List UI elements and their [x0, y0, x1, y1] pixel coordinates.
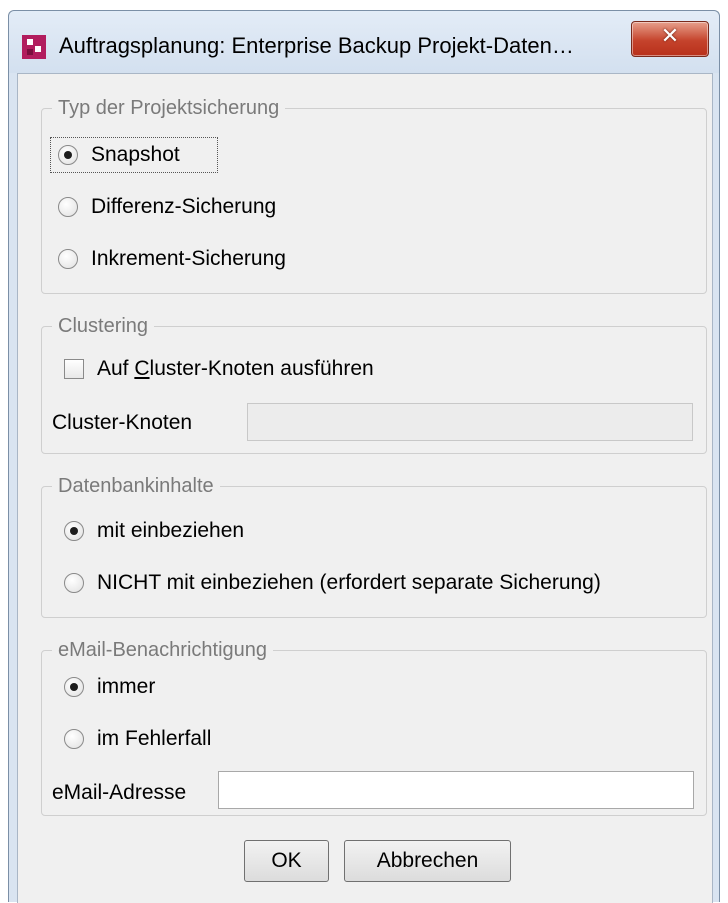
radio-snapshot-label: Snapshot [91, 143, 180, 166]
radio-email-always[interactable]: immer [64, 673, 264, 703]
clustering-legend: Clustering [52, 315, 155, 338]
backup-type-legend: Typ der Projektsicherung [52, 97, 286, 120]
radio-snapshot[interactable]: Snapshot [58, 141, 258, 171]
radio-inkrement-label: Inkrement-Sicherung [91, 247, 286, 270]
radio-email-always-label: immer [97, 675, 156, 698]
dialog-window: Auftragsplanung: Enterprise Backup Proje… [8, 10, 720, 903]
cluster-node-label: Cluster-Knoten [52, 411, 193, 434]
email-group: eMail-Benachrichtigung immer im Fehlerfa… [41, 639, 707, 816]
radio-email-on-error-label: im Fehlerfall [97, 727, 212, 750]
radio-inkrement[interactable]: Inkrement-Sicherung [58, 245, 378, 275]
email-address-input[interactable] [218, 771, 694, 809]
radio-differenz[interactable]: Differenz-Sicherung [58, 193, 378, 223]
database-legend: Datenbankinhalte [52, 475, 220, 498]
window-title: Auftragsplanung: Enterprise Backup Proje… [59, 33, 574, 58]
radio-button-selected[interactable] [64, 677, 84, 697]
radio-button[interactable] [64, 573, 84, 593]
cluster-node-input[interactable] [247, 403, 693, 441]
ok-button[interactable]: OK [244, 840, 329, 882]
radio-db-exclude[interactable]: NICHT mit einbeziehen (erfordert separat… [64, 569, 704, 599]
close-icon: ✕ [660, 24, 680, 49]
clustering-group: Clustering Auf Cluster-Knoten ausführen … [41, 315, 707, 454]
cluster-checkbox-label: Auf Cluster-Knoten ausführen [97, 357, 374, 380]
radio-email-on-error[interactable]: im Fehlerfall [64, 725, 324, 755]
radio-button[interactable] [58, 249, 78, 269]
title-bar[interactable]: Auftragsplanung: Enterprise Backup Proje… [9, 11, 719, 73]
radio-db-include-label: mit einbeziehen [97, 519, 245, 542]
radio-button-selected[interactable] [58, 145, 78, 165]
radio-button-selected[interactable] [64, 521, 84, 541]
radio-db-include[interactable]: mit einbeziehen [64, 517, 364, 547]
cluster-checkbox[interactable] [64, 359, 84, 379]
radio-differenz-label: Differenz-Sicherung [91, 195, 277, 218]
email-address-label: eMail-Adresse [52, 781, 187, 804]
email-legend: eMail-Benachrichtigung [52, 639, 274, 662]
radio-button[interactable] [58, 197, 78, 217]
dialog-content: Typ der Projektsicherung Snapshot Differ… [17, 73, 713, 903]
close-button[interactable]: ✕ [631, 21, 709, 57]
radio-db-exclude-label: NICHT mit einbeziehen (erfordert separat… [97, 571, 601, 594]
database-group: Datenbankinhalte mit einbeziehen NICHT m… [41, 475, 707, 618]
backup-type-group: Typ der Projektsicherung Snapshot Differ… [41, 97, 707, 294]
app-logo-icon [22, 35, 46, 59]
cluster-checkbox-row[interactable]: Auf Cluster-Knoten ausführen [64, 355, 464, 385]
radio-button[interactable] [64, 729, 84, 749]
cancel-button[interactable]: Abbrechen [344, 840, 511, 882]
